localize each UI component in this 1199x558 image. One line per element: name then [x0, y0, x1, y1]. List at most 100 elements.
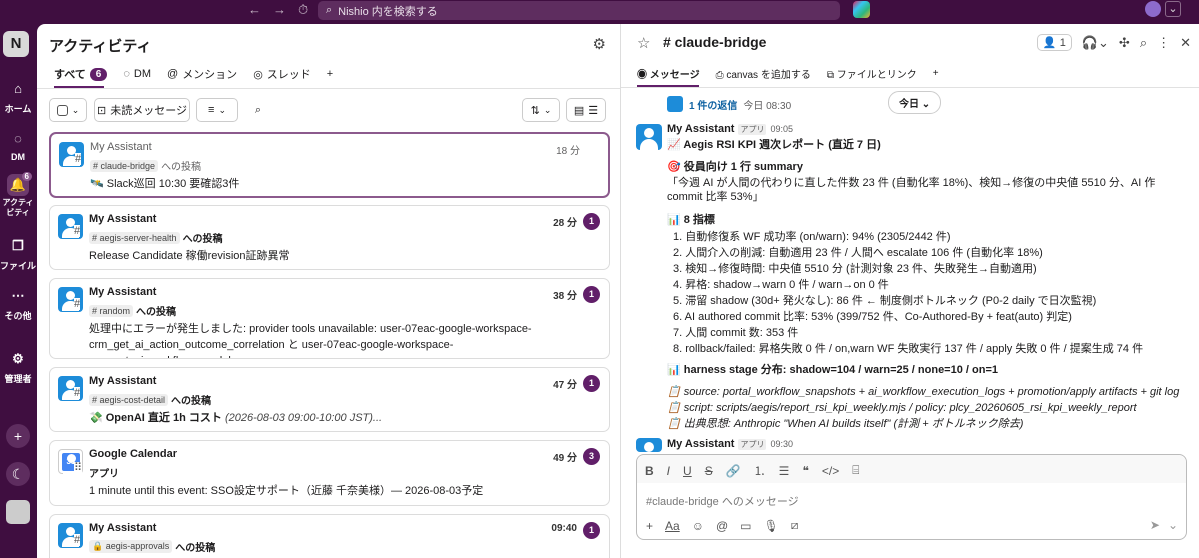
metric-line: 4. 昇格: shadow→warn 0 件 / warn→on 0 件 — [673, 279, 889, 291]
mention-icon[interactable]: @ — [716, 519, 728, 533]
author-name[interactable]: My Assistant — [667, 438, 734, 450]
divider — [621, 87, 1199, 88]
activity-item[interactable]: 31 ⠿ Google Calendar アプリ 1 minute until … — [49, 440, 610, 506]
channel-title[interactable]: # claude-bridge — [663, 34, 766, 50]
slash-command-icon[interactable]: ⧄ — [791, 518, 799, 533]
view-toggle[interactable]: ▤ ☰ — [566, 98, 606, 122]
chevron-down-icon[interactable]: ⌄ — [1165, 1, 1181, 17]
author-name[interactable]: My Assistant — [667, 123, 734, 135]
rail-item-admin[interactable]: ⚙ 管理者 — [0, 348, 36, 385]
rail-item-home[interactable]: ⌂ ホーム — [0, 78, 36, 115]
rail-item-activity[interactable]: 🔔 6 アクティビティ — [0, 172, 36, 218]
rail-item-more[interactable]: ⋯ その他 — [0, 285, 36, 322]
tab-dm[interactable]: ◌ DM — [123, 68, 151, 80]
unread-count-badge: 1 — [583, 375, 600, 392]
metric-line: 2. 人間介入の削減: 自動適用 23 件 / 人間へ escalate 106… — [673, 247, 1043, 259]
underline-icon[interactable]: U — [683, 464, 692, 478]
item-body: 💸 OpenAI 直近 1h コスト (2026-08-03 09:00-10:… — [89, 410, 599, 426]
tab-canvas[interactable]: ⎙ canvas を追加する — [716, 66, 811, 81]
plus-icon[interactable]: + — [646, 519, 653, 533]
activity-item[interactable]: # My Assistant 🔒 aegis-approvals への投稿 09… — [49, 514, 610, 558]
item-suffix: への投稿 — [136, 307, 177, 318]
activity-item[interactable]: # My Assistant # aegis-server-health への投… — [49, 205, 610, 270]
search-icon[interactable]: ⌕ — [1140, 35, 1147, 51]
summary-heading: 🎯 役員向け 1 行 summary — [667, 161, 803, 173]
close-icon[interactable]: ✕ — [1180, 35, 1191, 51]
send-icon[interactable]: ➤ — [1150, 518, 1160, 532]
back-icon[interactable]: ← — [248, 2, 261, 18]
summary-text: 「今週 AI が人間の代わりに直した件数 23 件 (自動化率 18%)、検知→… — [667, 177, 1156, 203]
composer-actions: + Aa ☺ @ ▭ 🎙 ⧄ — [646, 518, 798, 533]
more-icon: ⋯ — [11, 288, 25, 303]
search-icon[interactable]: ⌕ — [244, 98, 272, 122]
tab-threads[interactable]: ◎ スレッド — [253, 66, 311, 82]
select-all-checkbox[interactable]: ⌄ — [49, 98, 87, 122]
item-suffix: アプリ — [89, 469, 119, 480]
emoji-icon[interactable]: ☺ — [692, 519, 704, 533]
unread-count-badge: 1 — [583, 522, 600, 539]
user-avatar[interactable] — [1145, 1, 1161, 17]
add-tab-button[interactable]: + — [933, 68, 939, 79]
chevron-down-icon[interactable]: ⌄ — [1168, 518, 1178, 532]
code-block-icon[interactable]: ⌸ — [852, 463, 859, 478]
numbered-list-icon[interactable]: ⒈ — [754, 462, 766, 479]
app-launcher-icon[interactable] — [853, 1, 870, 18]
star-icon[interactable]: ☆ — [637, 34, 650, 52]
more-icon[interactable]: ⋮ — [1157, 35, 1170, 51]
item-title: Google Calendar — [89, 448, 178, 460]
quote-icon[interactable]: ❝ — [802, 464, 808, 478]
channel-hash-icon: # — [74, 387, 81, 399]
date-divider-button[interactable]: 今日 ⌄ — [888, 91, 942, 114]
text-format-icon[interactable]: Aa — [665, 519, 680, 533]
metric-line: 1. 自動修復系 WF 成功率 (on/warn): 94% (2305/244… — [673, 231, 951, 243]
activity-item[interactable]: # My Assistant # random への投稿 処理中にエラーが発生し… — [49, 278, 610, 359]
workspace-switcher[interactable]: N — [3, 31, 29, 57]
bold-icon[interactable]: B — [645, 464, 654, 478]
rail-item-dm[interactable]: ◌ DM — [0, 128, 36, 162]
forward-icon[interactable]: → — [273, 2, 286, 18]
message-time[interactable]: 09:30 — [770, 439, 793, 449]
italic-icon[interactable]: I — [667, 464, 670, 478]
avatar[interactable] — [636, 438, 662, 464]
activity-item[interactable]: # My Assistant # aegis-cost-detail への投稿 … — [49, 367, 610, 432]
dark-mode-icon[interactable]: ☾ — [6, 462, 30, 486]
tab-messages[interactable]: ◉ メッセージ — [637, 66, 700, 81]
item-time: 18 分 — [556, 146, 580, 157]
unread-filter-button[interactable]: ⊡ 未読メッセージ — [94, 98, 190, 122]
filter-icon: ≡ — [208, 104, 215, 116]
message-time[interactable]: 09:05 — [770, 124, 793, 134]
item-body: Release Candidate 稼働revision証跡異常 — [89, 250, 290, 262]
activity-item[interactable]: # My Assistant # claude-bridge への投稿 🛰️ S… — [49, 132, 610, 198]
strikethrough-icon[interactable]: S — [705, 464, 713, 478]
avatar[interactable] — [636, 124, 662, 150]
code-icon[interactable]: </> — [822, 464, 839, 478]
add-workspace-button[interactable]: + — [6, 424, 30, 448]
bulleted-list-icon[interactable]: ☰ — [779, 464, 790, 478]
send-controls: ➤ ⌄ — [1150, 518, 1178, 532]
message-header: My Assistant アプリ 09:05 — [667, 123, 793, 135]
link-icon[interactable]: 🔗 — [726, 464, 741, 478]
tab-all[interactable]: すべて 6 — [54, 66, 108, 82]
add-tab-button[interactable]: + — [327, 68, 333, 80]
tab-files[interactable]: ⧉ ファイルとリンク — [827, 66, 917, 81]
filter-dropdown[interactable]: ≡ ⌄ — [196, 98, 238, 122]
profile-avatar[interactable] — [6, 500, 30, 524]
sort-button[interactable]: ⇅ ⌄ — [522, 98, 560, 122]
members-button[interactable]: 👤 1 — [1036, 34, 1072, 51]
thread-reply-summary[interactable]: 1 件の返信 今日 08:30 — [667, 96, 791, 112]
rail-item-files[interactable]: ❐ ファイル — [0, 235, 36, 272]
tab-mentions[interactable]: @ メンション — [167, 66, 237, 82]
search-input[interactable]: ⌕ Nishio 内を検索する — [318, 1, 840, 20]
microphone-icon[interactable]: 🎙 — [764, 519, 779, 533]
history-icon[interactable]: ⏱ — [298, 2, 308, 18]
unread-count-badge: 1 — [583, 286, 600, 303]
item-time: 38 分 — [553, 291, 577, 302]
gear-icon[interactable]: ⚙ — [593, 35, 606, 53]
item-title: My Assistant — [89, 522, 157, 534]
thread-reply-link[interactable]: 1 件の返信 — [689, 97, 737, 112]
huddle-icon[interactable]: 🎧⌄ — [1082, 35, 1109, 51]
video-icon[interactable]: ▭ — [740, 519, 751, 533]
app-icon[interactable]: ✣ — [1119, 35, 1130, 51]
origin-line: 📋 出典思想: Anthropic "When AI builds itself… — [667, 418, 1024, 430]
message-input[interactable]: #claude-bridge へのメッセージ — [646, 493, 799, 509]
